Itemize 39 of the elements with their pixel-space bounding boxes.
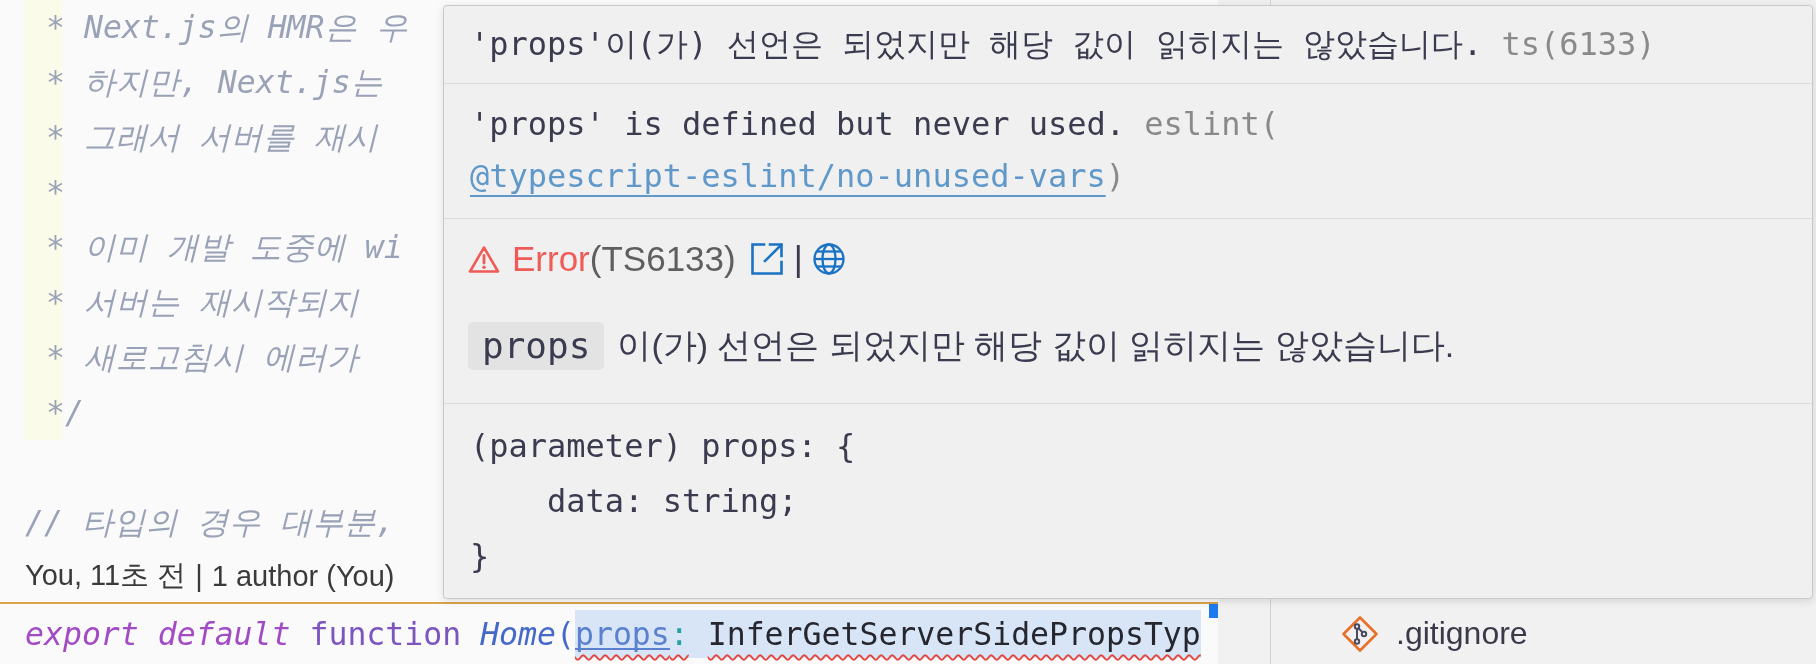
- doc-text: 이(가) 선언은 되었지만 해당 값이 읽히지는 않았습니다.: [617, 325, 1455, 366]
- code-comment: * 이미 개발 도중에 wi: [46, 228, 403, 267]
- punctuation: :: [669, 610, 708, 658]
- parameter-name: props: [574, 610, 670, 658]
- keyword: default: [157, 615, 292, 654]
- keyword: export: [25, 615, 140, 654]
- signature-line: (parameter) props: {: [470, 426, 856, 467]
- globe-icon[interactable]: [812, 243, 845, 275]
- lint-source: ): [1105, 157, 1126, 195]
- external-link-icon[interactable]: [749, 242, 784, 276]
- cursor-marker-icon: [1209, 604, 1218, 618]
- pipe-separator: |: [195, 559, 203, 593]
- warning-icon: [468, 244, 500, 274]
- diagnostic-source: ts(6133): [1501, 25, 1656, 63]
- code-comment: */: [46, 393, 84, 432]
- code-comment: *: [46, 173, 65, 212]
- codelens-link[interactable]: You, 11초 전: [25, 556, 187, 596]
- pipe-separator: |: [793, 239, 803, 279]
- signature-line: data: string;: [547, 481, 798, 522]
- code-comment: * 하지만, Next.js는: [46, 63, 383, 102]
- signature-line: }: [470, 536, 490, 577]
- punctuation: (: [556, 615, 575, 654]
- type-name: InferGetServerSidePropsTyp: [707, 610, 1201, 658]
- error-code: (TS6133): [589, 239, 736, 279]
- diagnostic-message: 'props'이(가) 선언은 되었지만 해당 값이 읽히지는 않았습니다.: [470, 25, 1483, 63]
- file-item[interactable]: .gitignore: [1271, 603, 1816, 664]
- code-comment: * 그래서 서버를 재시: [46, 118, 378, 157]
- code-comment: * Next.js의 HMR은 우: [46, 8, 408, 47]
- severity-label: Error: [512, 239, 590, 279]
- lint-source: eslint(: [1144, 105, 1280, 143]
- codelens-link[interactable]: 1 author (You): [211, 559, 395, 593]
- code-comment: * 새로고침시 에러가: [46, 338, 359, 377]
- code-comment: * 서버는 재시작되지: [46, 283, 359, 322]
- lint-message: 'props' is defined but never used.: [470, 105, 1126, 143]
- code-span: props: [468, 322, 605, 370]
- keyword: function: [309, 615, 463, 654]
- code-comment: // 타입의 경우 대부분,: [25, 503, 395, 542]
- function-name: Home: [480, 615, 556, 654]
- branch-diamond-icon[interactable]: [1341, 614, 1379, 653]
